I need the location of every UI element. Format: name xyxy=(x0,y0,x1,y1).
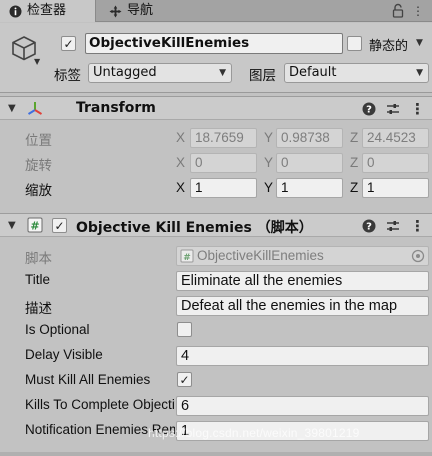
chevron-down-icon: ▼ xyxy=(416,68,423,78)
position-label: 位置 xyxy=(25,133,52,148)
position-x-field[interactable]: 18.7659 xyxy=(190,128,257,148)
title-label: Title xyxy=(25,272,51,287)
position-x-axis[interactable]: X xyxy=(176,130,185,145)
presets-icon[interactable] xyxy=(386,102,400,116)
position-z-axis[interactable]: Z xyxy=(350,130,358,145)
script-label: 脚本 xyxy=(25,251,52,266)
tag-label: 标签 xyxy=(54,68,81,84)
bottom-divider xyxy=(0,452,432,456)
tab-navigation[interactable]: 导航 xyxy=(98,0,178,22)
svg-text:#: # xyxy=(30,220,39,233)
chevron-down-icon: ▼ xyxy=(219,68,226,78)
active-checkbox[interactable]: ✓ xyxy=(61,36,76,51)
tag-dropdown-value: Untagged xyxy=(93,65,157,80)
component-foldout-icon[interactable]: ▼ xyxy=(8,220,16,231)
static-checkbox[interactable] xyxy=(347,36,362,51)
object-name-input[interactable]: ObjectiveKillEnemies xyxy=(85,33,343,54)
component-title: Objective Kill Enemies （脚本） xyxy=(76,220,313,236)
scale-x-axis[interactable]: X xyxy=(176,180,185,195)
tab-inspector-label: 检查器 xyxy=(27,3,67,18)
presets-icon[interactable] xyxy=(386,219,400,233)
transform-foldout-icon[interactable]: ▼ xyxy=(8,103,16,114)
rotation-y-axis[interactable]: Y xyxy=(264,155,273,170)
position-y-axis[interactable]: Y xyxy=(264,130,273,145)
kills-to-complete-input[interactable]: 6 xyxy=(176,396,429,416)
tag-dropdown[interactable]: Untagged ▼ xyxy=(88,63,232,83)
scale-y-axis[interactable]: Y xyxy=(264,180,273,195)
scale-y-field[interactable]: 1 xyxy=(276,178,343,198)
transform-title: Transform xyxy=(76,100,156,116)
csharp-script-icon: # xyxy=(27,217,43,233)
must-kill-all-enemies-checkbox[interactable]: ✓ xyxy=(177,372,192,387)
script-object-field[interactable]: ObjectiveKillEnemies xyxy=(176,246,429,266)
is-optional-label: Is Optional xyxy=(25,322,90,337)
menu-icon[interactable]: ⋮ xyxy=(408,2,428,20)
svg-text:?: ? xyxy=(366,105,372,116)
scale-label: 缩放 xyxy=(25,183,52,198)
description-label: 描述 xyxy=(25,301,52,316)
context-menu-icon[interactable]: ⋮ xyxy=(410,219,425,234)
icon-dropdown-arrow-icon[interactable]: ▼ xyxy=(34,57,40,66)
delay-visible-label: Delay Visible xyxy=(25,347,103,362)
static-label: 静态的 xyxy=(369,39,409,54)
svg-text:?: ? xyxy=(366,222,372,233)
script-object-value: ObjectiveKillEnemies xyxy=(197,248,324,263)
is-optional-checkbox[interactable] xyxy=(177,322,192,337)
description-input[interactable]: Defeat all the enemies in the map xyxy=(176,296,429,316)
help-icon[interactable]: ? xyxy=(362,102,376,116)
rotation-z-field[interactable]: 0 xyxy=(362,153,429,173)
delay-visible-input[interactable]: 4 xyxy=(176,346,429,366)
rotation-x-field[interactable]: 0 xyxy=(190,153,257,173)
svg-text:#: # xyxy=(183,253,191,263)
must-kill-all-enemies-label: Must Kill All Enemies xyxy=(25,372,151,387)
position-z-field[interactable]: 24.4523 xyxy=(362,128,429,148)
layer-label: 图层 xyxy=(249,68,276,84)
rotation-x-axis[interactable]: X xyxy=(176,155,185,170)
layer-dropdown[interactable]: Default ▼ xyxy=(284,63,429,83)
layer-dropdown-value: Default xyxy=(289,65,337,80)
tab-navigation-label: 导航 xyxy=(127,3,154,18)
rotation-z-axis[interactable]: Z xyxy=(350,155,358,170)
static-dropdown-arrow-icon[interactable]: ▼ xyxy=(416,38,423,48)
component-enabled-checkbox[interactable]: ✓ xyxy=(52,218,67,233)
lock-icon[interactable] xyxy=(392,3,406,19)
watermark: https://blog.csdn.net/weixin_39801219 xyxy=(148,426,360,440)
kills-to-complete-label: Kills To Complete Objective xyxy=(25,397,175,412)
info-icon xyxy=(8,4,22,18)
title-input[interactable]: Eliminate all the enemies xyxy=(176,271,429,291)
transform-axes-icon xyxy=(26,100,44,118)
scale-x-field[interactable]: 1 xyxy=(190,178,257,198)
navigation-icon xyxy=(108,4,122,18)
help-icon[interactable]: ? xyxy=(362,219,376,233)
rotation-label: 旋转 xyxy=(25,158,52,173)
object-picker-icon[interactable] xyxy=(411,249,425,263)
position-y-field[interactable]: 0.98738 xyxy=(276,128,343,148)
scale-z-field[interactable]: 1 xyxy=(362,178,429,198)
rotation-y-field[interactable]: 0 xyxy=(276,153,343,173)
tab-inspector[interactable]: 检查器 xyxy=(0,0,96,22)
csharp-script-icon: # xyxy=(180,249,194,263)
context-menu-icon[interactable]: ⋮ xyxy=(410,102,425,117)
scale-z-axis[interactable]: Z xyxy=(350,180,358,195)
